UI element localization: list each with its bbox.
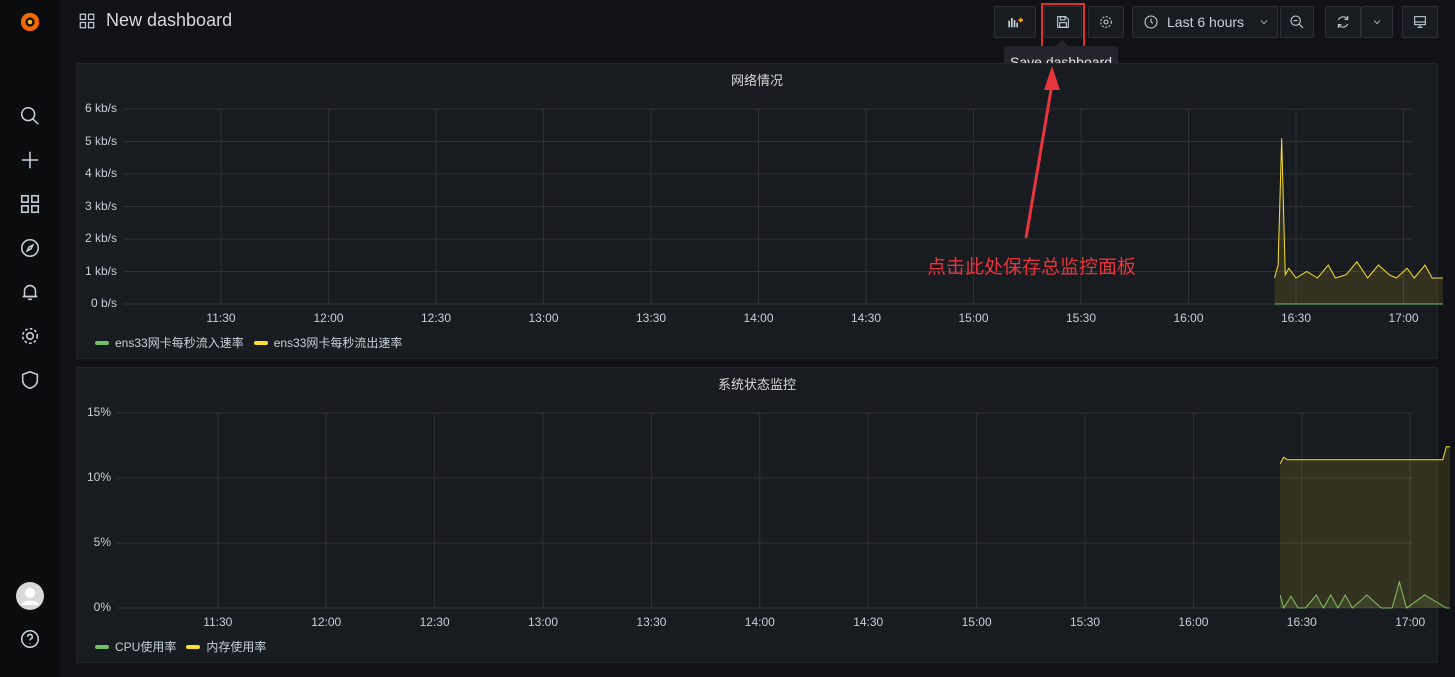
- annotation-text: 点击此处保存总监控面板: [927, 257, 1137, 278]
- annotation-arrow: [1024, 66, 1060, 239]
